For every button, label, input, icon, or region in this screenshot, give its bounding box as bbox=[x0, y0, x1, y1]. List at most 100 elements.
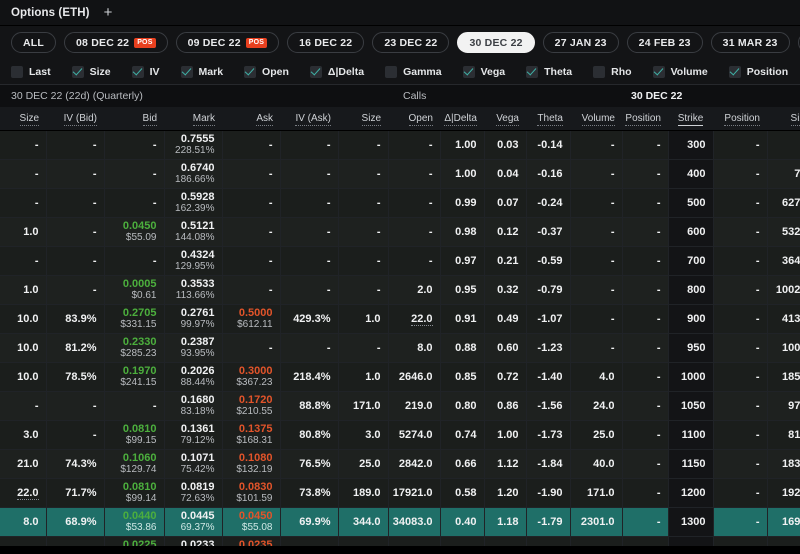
cell-ivask[interactable]: - bbox=[280, 188, 339, 218]
col-header-size-0[interactable]: Size bbox=[0, 107, 46, 131]
cell-volume[interactable]: 24.0 bbox=[570, 391, 623, 421]
cell-open[interactable]: 34083.0 bbox=[388, 507, 441, 537]
cell-position[interactable]: - bbox=[622, 362, 669, 392]
col-header-volume-11[interactable]: Volume bbox=[570, 107, 622, 131]
cell-size1[interactable]: 10.0 bbox=[0, 536, 47, 546]
table-row[interactable]: 10.0 68.4% 0.0225$27.540.023369.36%0.0235$… bbox=[0, 536, 800, 546]
cell-ask[interactable]: - bbox=[222, 246, 281, 276]
cell-volume[interactable]: - bbox=[570, 275, 623, 305]
cell-ivask[interactable]: - bbox=[280, 275, 339, 305]
table-row[interactable]: 1.0-0.0450 $55.09 0.5121 144.08% - - - -0.98 0.1… bbox=[0, 217, 800, 247]
cell-psize[interactable]: 7.0 bbox=[767, 159, 800, 189]
checkbox-checked-icon[interactable] bbox=[71, 65, 84, 78]
cell-bid[interactable]: 0.0810 $99.15 bbox=[104, 420, 165, 450]
cell-size1[interactable]: - bbox=[0, 246, 47, 276]
cell-strike[interactable]: 1000 bbox=[667, 362, 714, 392]
cell-position[interactable]: - bbox=[622, 275, 669, 305]
cell-ivbid[interactable]: 83.9% bbox=[46, 304, 105, 334]
cell-mark[interactable]: 0.2387 93.95% bbox=[164, 333, 223, 363]
cell-theta[interactable]: -0.79 bbox=[526, 275, 571, 305]
cell-strike[interactable]: 1100 bbox=[667, 420, 714, 450]
cell-ivask[interactable]: - bbox=[280, 246, 339, 276]
cell-strike[interactable]: 800 bbox=[667, 275, 714, 305]
cell-open[interactable]: 5274.0 bbox=[388, 420, 441, 450]
cell-strike[interactable]: 600 bbox=[667, 217, 714, 247]
cell-theta[interactable]: -0.59 bbox=[526, 246, 571, 276]
cell-ivbid[interactable]: - bbox=[46, 246, 105, 276]
cell-delta[interactable]: 0.88 bbox=[440, 333, 485, 363]
cell-psize[interactable]: 169.0 bbox=[767, 507, 800, 537]
cell-position[interactable]: - bbox=[622, 217, 669, 247]
cell-ivbid[interactable]: 74.3% bbox=[46, 449, 105, 479]
cell-ivbid[interactable]: 78.5% bbox=[46, 362, 105, 392]
checkbox-unchecked-icon[interactable] bbox=[11, 65, 23, 78]
cell-size2[interactable]: 1.0 bbox=[338, 362, 389, 392]
cell-theta[interactable]: -0.16 bbox=[526, 159, 571, 189]
cell-theta[interactable]: -1.84 bbox=[526, 449, 571, 479]
expiry-pill-23-dec-22[interactable]: 23 DEC 22 bbox=[372, 32, 450, 53]
cell-ivbid[interactable]: - bbox=[46, 130, 105, 160]
cell-strike[interactable]: 700 bbox=[667, 246, 714, 276]
toggle-volume[interactable]: Volume bbox=[652, 65, 708, 78]
cell-ask[interactable]: 0.1720 $210.55 bbox=[222, 391, 281, 421]
col-header-mark-3[interactable]: Mark bbox=[164, 107, 222, 131]
cell-volume[interactable]: - bbox=[570, 130, 623, 160]
cell-position[interactable]: - bbox=[622, 536, 669, 546]
col-header-bid-2[interactable]: Bid bbox=[104, 107, 164, 131]
cell-ivbid[interactable]: - bbox=[46, 391, 105, 421]
cell-position[interactable]: - bbox=[622, 391, 669, 421]
cell-ivask[interactable]: 76.5% bbox=[280, 449, 339, 479]
col-header-strike-13[interactable]: Strike bbox=[668, 107, 713, 131]
cell-ask[interactable]: 0.5000 $612.11 bbox=[222, 304, 281, 334]
toggle-last[interactable]: Last bbox=[11, 65, 51, 78]
cell-size2[interactable]: - bbox=[338, 333, 389, 363]
cell-pposition[interactable]: - bbox=[713, 420, 768, 450]
table-row[interactable]: 8.0 68.9% 0.0440 $53.86 0.0445 69.37% 0.0450 $5… bbox=[0, 507, 800, 537]
table-row[interactable]: - - -0.1680 83.18% 0.1720 $210.55 88.8% 171.0 21… bbox=[0, 391, 800, 421]
cell-vega[interactable]: 0.86 bbox=[484, 391, 527, 421]
expiry-pill-08-dec-22[interactable]: 08 DEC 22 POS bbox=[64, 32, 168, 53]
cell-psize[interactable]: 364.0 bbox=[767, 246, 800, 276]
cell-open[interactable]: 8.0 bbox=[388, 333, 441, 363]
cell-size1[interactable]: - bbox=[0, 130, 47, 160]
cell-mark[interactable]: 0.2026 88.44% bbox=[164, 362, 223, 392]
table-row[interactable]: 22.0 71.7% 0.0810 $99.14 0.0819 72.63% 0.0830 $… bbox=[0, 478, 800, 508]
cell-bid[interactable]: 0.1060 $129.74 bbox=[104, 449, 165, 479]
cell-ask[interactable]: 0.0450 $55.08 bbox=[222, 507, 281, 537]
cell-position[interactable]: - bbox=[622, 449, 669, 479]
cell-delta[interactable]: 0.98 bbox=[440, 217, 485, 247]
cell-size2[interactable]: - bbox=[338, 130, 389, 160]
cell-position[interactable]: - bbox=[622, 333, 669, 363]
cell-ivbid[interactable]: 71.7% bbox=[46, 478, 105, 508]
table-row[interactable]: - - -0.4324 129.95% - - - -0.97 0.21 -0.59- -700-3… bbox=[0, 246, 800, 276]
cell-volume[interactable]: - bbox=[570, 333, 623, 363]
cell-position[interactable]: - bbox=[622, 130, 669, 160]
cell-bid[interactable]: - bbox=[104, 130, 165, 160]
cell-bid[interactable]: - bbox=[104, 188, 165, 218]
cell-theta[interactable]: -0.14 bbox=[526, 130, 571, 160]
cell-volume[interactable]: - bbox=[570, 159, 623, 189]
cell-pposition[interactable]: - bbox=[713, 478, 768, 508]
cell-size2[interactable]: - bbox=[338, 188, 389, 218]
cell-size2[interactable]: - bbox=[338, 246, 389, 276]
cell-delta[interactable]: 0.99 bbox=[440, 188, 485, 218]
cell-pposition[interactable]: - bbox=[713, 304, 768, 334]
cell-volume[interactable]: - bbox=[570, 304, 623, 334]
cell-pposition[interactable]: - bbox=[713, 246, 768, 276]
cell-mark[interactable]: 0.1680 83.18% bbox=[164, 391, 223, 421]
cell-delta[interactable]: 0.97 bbox=[440, 246, 485, 276]
cell-theta[interactable]: -1.46 bbox=[526, 536, 571, 546]
table-row[interactable]: 1.0-0.0005 $0.61 0.3533 113.66% - - -2.0 0.95 0.… bbox=[0, 275, 800, 305]
cell-ivask[interactable]: 88.8% bbox=[280, 391, 339, 421]
expiry-pill-27-jan-23[interactable]: 27 JAN 23 bbox=[542, 32, 619, 53]
cell-size2[interactable]: - bbox=[338, 217, 389, 247]
cell-delta[interactable]: 0.80 bbox=[440, 391, 485, 421]
col-header-position-14[interactable]: Position bbox=[713, 107, 767, 131]
cell-ivbid[interactable]: 68.4% bbox=[46, 536, 105, 546]
cell-vega[interactable]: 0.21 bbox=[484, 246, 527, 276]
col-header-size-6[interactable]: Size bbox=[338, 107, 388, 131]
col-header-theta-10[interactable]: Theta bbox=[526, 107, 570, 131]
checkbox-unchecked-icon[interactable] bbox=[385, 65, 398, 78]
cell-size1[interactable]: 21.0 bbox=[0, 449, 47, 479]
cell-strike[interactable]: 900 bbox=[667, 304, 714, 334]
